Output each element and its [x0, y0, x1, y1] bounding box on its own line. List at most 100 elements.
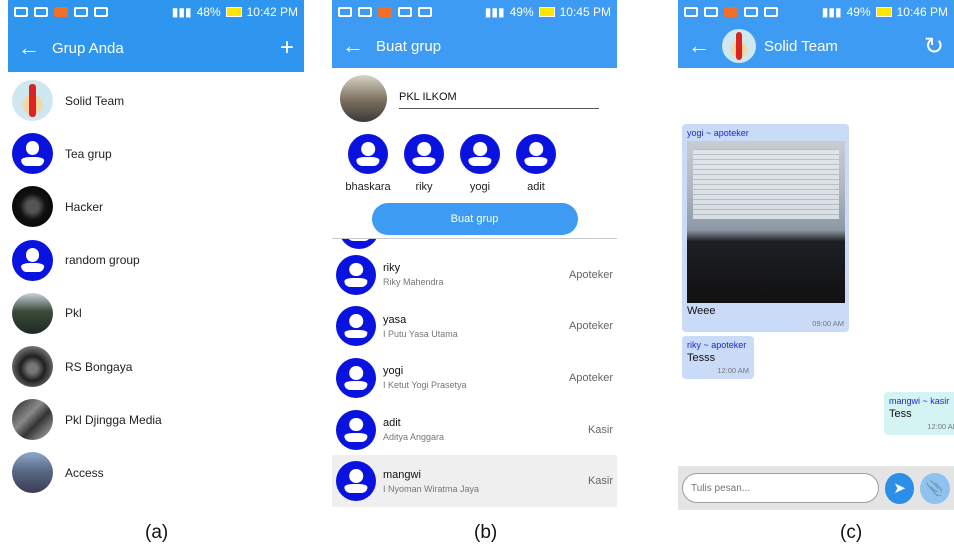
message-sender: riky ~ apoteker: [687, 340, 747, 350]
member-row[interactable]: adit Aditya Anggara Kasir: [332, 404, 617, 456]
status-bar: ▮▮▮ 49% 10:46 PM: [678, 0, 954, 24]
member-list[interactable]: riky Riky Mahendra Apoteker yasa I Putu Ya…: [332, 239, 617, 510]
group-item[interactable]: Access: [8, 446, 304, 499]
group-name: Pkl Djingga Media: [65, 412, 162, 427]
group-item[interactable]: RS Bongaya: [8, 340, 304, 393]
app-bar: ← Grup Anda +: [8, 24, 304, 72]
member-full-name: I Nyoman Wiratma Jaya: [383, 483, 480, 494]
member-role: Kasir: [587, 423, 613, 436]
member-row-selected[interactable]: mangwi I Nyoman Wiratma Jaya Kasir: [332, 455, 617, 507]
default-avatar-icon: [404, 134, 444, 174]
clock: 10:42 PM: [246, 5, 298, 19]
attach-icon[interactable]: 📎: [920, 472, 950, 504]
back-arrow-icon[interactable]: ←: [688, 33, 722, 59]
member-row[interactable]: riky Riky Mahendra Apoteker: [332, 249, 617, 301]
default-avatar-icon: [12, 239, 53, 281]
message-time: 09:00 AM: [812, 319, 844, 328]
mail-icon: [398, 7, 412, 17]
notification-icons: [338, 7, 432, 17]
screen-create-group: ▮▮▮ 49% 10:45 PM ← Buat grup PKL ILKOM b…: [332, 0, 617, 510]
message-time: 12:00 AM: [717, 366, 749, 375]
message-sender: yogi ~ apoteker: [687, 128, 749, 138]
group-item[interactable]: Solid Team: [8, 74, 304, 127]
mail-icon: [74, 7, 88, 17]
chat-icon: [358, 7, 372, 17]
selected-members: bhaskara riky yogi adit: [332, 120, 617, 193]
mail-icon: [744, 7, 758, 17]
app-icon: [54, 7, 68, 17]
battery-level: 48%: [196, 5, 221, 19]
group-photo-picker[interactable]: [340, 74, 387, 122]
back-arrow-icon[interactable]: ←: [342, 33, 376, 59]
member-full-name: I Putu Yasa Utama: [383, 328, 458, 339]
member-role: Apoteker: [568, 268, 613, 281]
hotspot-icon: [418, 7, 432, 17]
member-username: yasa: [383, 313, 407, 326]
battery-level: 49%: [509, 5, 534, 19]
add-group-icon[interactable]: +: [280, 34, 294, 62]
member-row[interactable]: yogi I Ketut Yogi Prasetya Apoteker: [332, 352, 617, 404]
member-role: Kasir: [587, 475, 613, 488]
member-row[interactable]: yasa I Putu Yasa Utama Apoteker: [332, 301, 617, 353]
caption-c: (c): [840, 522, 863, 543]
member-role: Apoteker: [568, 371, 613, 384]
battery-icon: [875, 7, 892, 17]
message-bubble-own[interactable]: mangwi ~ kasir Tess 12:00 AM: [884, 392, 954, 435]
create-group-button[interactable]: Buat grup: [371, 203, 578, 235]
caption-a: (a): [145, 522, 169, 543]
app-bar: ← Buat grup: [332, 24, 617, 68]
group-item[interactable]: Pkl Djingga Media: [8, 393, 304, 446]
message-image[interactable]: [687, 141, 845, 303]
chat-icon: [704, 7, 718, 17]
page-title: Buat grup: [376, 37, 442, 55]
member-username: riky: [383, 262, 401, 275]
group-avatar: [12, 346, 53, 388]
default-avatar-icon: [336, 254, 376, 295]
message-text: Tess: [889, 408, 912, 420]
group-avatar[interactable]: [722, 29, 756, 63]
group-item[interactable]: Pkl: [8, 287, 304, 340]
refresh-icon[interactable]: ↻: [924, 32, 944, 61]
default-avatar-icon: [516, 134, 556, 174]
default-avatar-icon: [336, 357, 376, 398]
message-time: 12:00 AM: [927, 422, 954, 431]
group-avatar: [12, 399, 53, 441]
page-title[interactable]: Solid Team: [764, 38, 924, 55]
message-bubble[interactable]: riky ~ apoteker Tesss 12:00 AM: [682, 336, 754, 379]
battery-icon: [538, 7, 555, 17]
selected-member[interactable]: riky: [396, 134, 452, 193]
message-text: Weee: [687, 305, 716, 317]
group-item[interactable]: Hacker: [8, 180, 304, 233]
notification-icons: [684, 7, 778, 17]
app-bar: ← Solid Team ↻: [678, 24, 954, 68]
group-avatar: [12, 80, 53, 122]
message-list[interactable]: yogi ~ apoteker Weee 09:00 AM riky ~ apo…: [678, 68, 954, 466]
message-bubble[interactable]: yogi ~ apoteker Weee 09:00 AM: [682, 124, 849, 332]
hotspot-icon: [764, 7, 778, 17]
message-input[interactable]: [682, 473, 879, 503]
group-name-input[interactable]: PKL ILKOM: [399, 87, 599, 109]
message-composer: ➤ 📎: [678, 466, 954, 510]
chat-icon: [34, 7, 48, 17]
battery-level: 49%: [846, 5, 871, 19]
default-avatar-icon: [336, 409, 376, 450]
group-item[interactable]: random group: [8, 234, 304, 287]
selected-member[interactable]: yogi: [452, 134, 508, 193]
selected-member[interactable]: adit: [508, 134, 564, 193]
status-bar: ▮▮▮ 49% 10:45 PM: [332, 0, 617, 24]
group-item[interactable]: Tea grup: [8, 127, 304, 180]
selected-member-name: riky: [415, 181, 433, 193]
group-name: Solid Team: [65, 93, 125, 108]
battery-icon: [225, 7, 242, 17]
group-name: random group: [65, 253, 140, 268]
send-icon[interactable]: ➤: [884, 472, 915, 504]
group-avatar: [12, 292, 53, 334]
group-name: Access: [65, 465, 104, 480]
default-avatar-icon: [336, 306, 376, 347]
screen-group-list: ▮▮▮ 48% 10:42 PM ← Grup Anda + Solid Tea…: [8, 0, 304, 510]
selected-member[interactable]: bhaskara: [340, 134, 396, 193]
screen-group-chat: ▮▮▮ 49% 10:46 PM ← Solid Team ↻ yogi ~ a…: [678, 0, 954, 510]
group-avatar: [12, 186, 53, 228]
member-full-name: Aditya Anggara: [383, 432, 445, 443]
back-arrow-icon[interactable]: ←: [18, 35, 52, 61]
